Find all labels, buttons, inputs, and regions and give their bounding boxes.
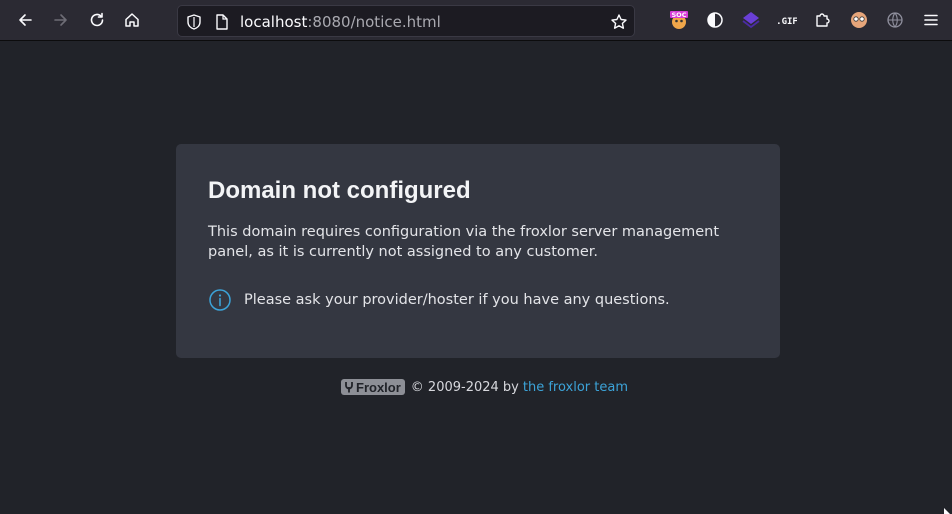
menu-icon [924, 14, 938, 26]
svg-text:SOC: SOC [672, 11, 687, 19]
logo-text: Froxlor [356, 379, 401, 395]
browser-toolbar: localhost:8080/notice.html SOC .GIF [0, 0, 952, 41]
froxlor-team-link[interactable]: the froxlor team [523, 380, 628, 395]
page-title: Domain not configured [208, 177, 471, 204]
dark-reader-icon [707, 12, 723, 28]
extensions-button[interactable] [812, 9, 834, 31]
gif-extension-icon: .GIF [777, 17, 797, 27]
back-arrow-icon [19, 14, 32, 26]
soc-extension-button[interactable]: SOC [668, 9, 690, 31]
layers-extension-icon [742, 12, 760, 29]
wrench-icon [345, 382, 353, 393]
shield-icon[interactable] [185, 13, 203, 31]
avatar-extension-icon [851, 12, 867, 28]
avatar-extension-button[interactable] [848, 9, 870, 31]
froxlor-logo: Froxlor [341, 379, 405, 395]
page-icon[interactable] [213, 13, 231, 31]
copyright-text: © 2009-2024 by [410, 379, 519, 395]
home-button[interactable] [118, 6, 146, 34]
gif-extension-button[interactable]: .GIF [776, 9, 798, 31]
info-notice: Please ask your provider/hoster if you h… [208, 288, 670, 312]
globe-extension-button[interactable] [884, 9, 906, 31]
menu-button[interactable] [920, 9, 942, 31]
soc-extension-icon: SOC [670, 11, 688, 29]
layers-extension-button[interactable] [740, 9, 762, 31]
url-text[interactable]: localhost:8080/notice.html [240, 13, 441, 31]
svg-text:.GIF: .GIF [777, 17, 797, 27]
info-text: Please ask your provider/hoster if you h… [244, 292, 670, 308]
info-icon [209, 289, 231, 311]
forward-button[interactable] [47, 6, 75, 34]
address-bar[interactable]: localhost:8080/notice.html [177, 5, 635, 37]
footer: Froxlor © 2009-2024 by the froxlor team [341, 377, 628, 397]
bookmark-star-icon[interactable] [610, 13, 628, 31]
puzzle-extensions-icon [816, 13, 830, 27]
resize-corner-icon [944, 508, 950, 514]
notice-card: Domain not configured This domain requir… [176, 144, 780, 358]
dark-reader-button[interactable] [704, 9, 726, 31]
forward-arrow-icon [54, 14, 67, 26]
notice-message: This domain requires configuration via t… [208, 224, 720, 260]
globe-extension-icon [887, 12, 903, 28]
url-host: localhost [240, 13, 308, 31]
reload-button[interactable] [83, 6, 111, 34]
reload-icon [90, 12, 104, 27]
back-button[interactable] [11, 6, 39, 34]
home-icon [125, 13, 139, 27]
url-path: :8080/notice.html [307, 13, 441, 31]
